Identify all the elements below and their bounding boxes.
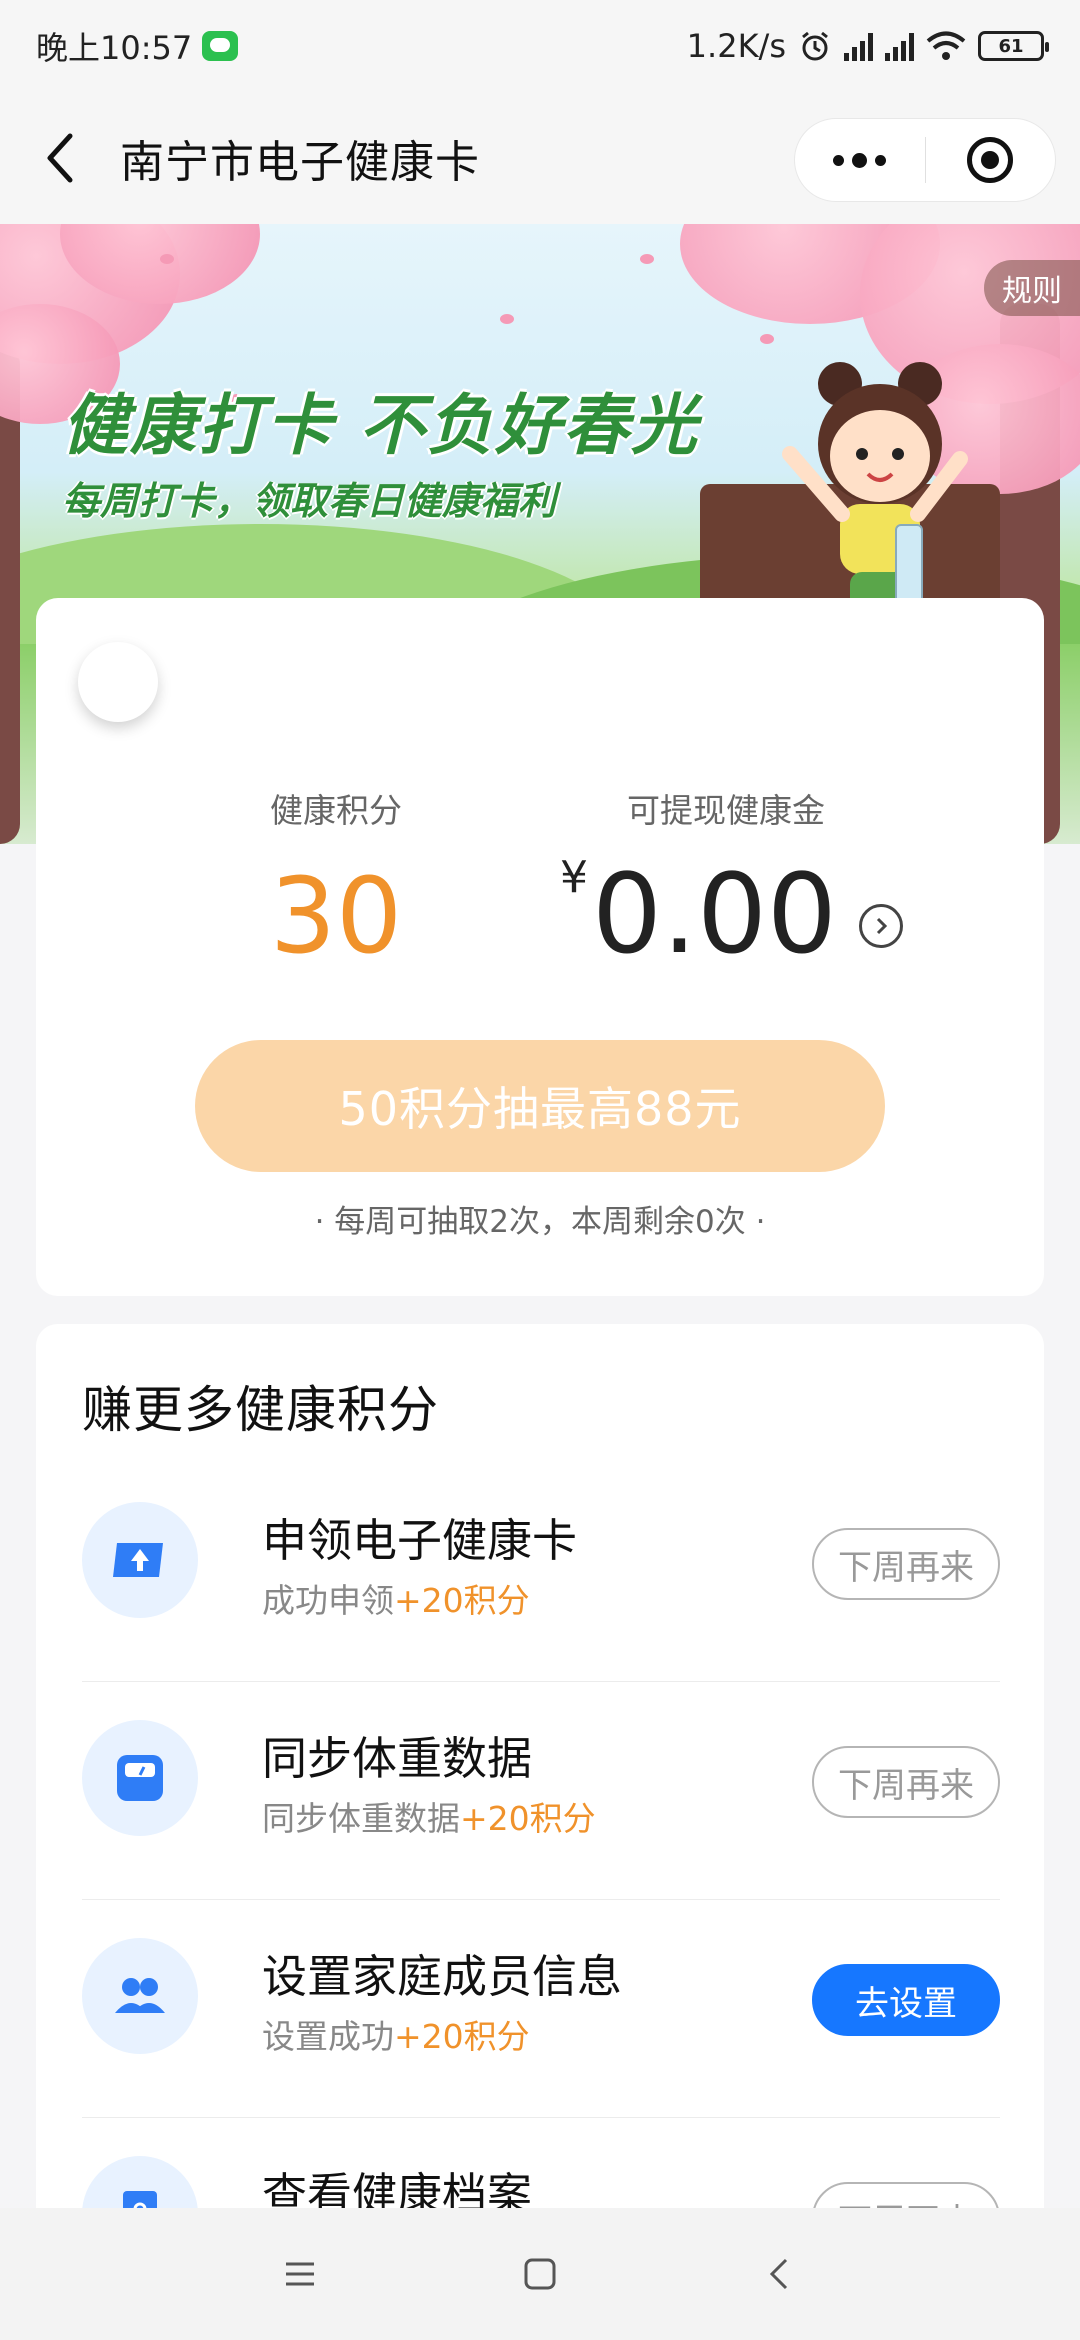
- points-label: 健康积分: [270, 791, 402, 830]
- menu-icon: [286, 2262, 314, 2286]
- task-item-family: 设置家庭成员信息 设置成功+20积分 去设置: [82, 1900, 1000, 2118]
- task-name: 申领电子健康卡: [262, 1514, 578, 1567]
- points-card: 健康积分 可提现健康金 30 ¥ 0.00 50积分抽最高88元 · 每周可抽取…: [36, 598, 1044, 1296]
- floating-dot-button[interactable]: [78, 642, 158, 722]
- health-card-icon: [82, 1502, 198, 1618]
- close-mini-program-button[interactable]: [926, 118, 1056, 202]
- wifi-icon: [926, 31, 966, 60]
- task-button-next-week[interactable]: 下周再来: [812, 1746, 1000, 1818]
- earn-points-card: 赚更多健康积分 申领电子健康卡 成功申领+20积分 下周再来 同步体重数据 同步…: [36, 1324, 1044, 2340]
- currency-symbol: ¥: [560, 852, 588, 903]
- task-desc: 成功申领+20积分: [262, 1574, 530, 1622]
- task-name: 设置家庭成员信息: [262, 1950, 623, 2003]
- network-speed: 1.2K/s: [686, 27, 786, 65]
- title-bar: 南宁市电子健康卡: [0, 92, 1080, 224]
- task-name: 同步体重数据: [262, 1732, 533, 1785]
- status-right: 1.2K/s 61: [686, 27, 1049, 65]
- screen: 晚上10:57 1.2K/s 61 南宁市电子健康卡 健康打卡 不负好春光 每周…: [0, 0, 1080, 2340]
- points-value: 30: [269, 855, 403, 977]
- task-button-next-week[interactable]: 下周再来: [812, 1528, 1000, 1600]
- mini-program-capsule: [794, 118, 1056, 202]
- chevron-right-circle-icon[interactable]: [858, 904, 903, 948]
- back-button[interactable]: [0, 92, 120, 224]
- rules-button[interactable]: 规则: [984, 260, 1080, 316]
- cash-value: 0.00: [592, 850, 837, 978]
- chevron-left-icon: [47, 133, 73, 183]
- task-bonus: +20积分: [394, 1581, 530, 1620]
- status-bar: 晚上10:57 1.2K/s 61: [0, 0, 1080, 92]
- cash-value-group[interactable]: ¥ 0.00: [560, 848, 903, 980]
- task-bonus: +20积分: [394, 2017, 530, 2056]
- task-bonus: +20积分: [460, 1799, 596, 1838]
- earn-points-title: 赚更多健康积分: [82, 1381, 439, 1439]
- alarm-icon: [802, 31, 828, 61]
- draw-remaining-note: · 每周可抽取2次，本周剩余0次 ·: [314, 1204, 766, 1240]
- banner-subtitle: 每周打卡，领取春日健康福利: [62, 479, 557, 523]
- page-title: 南宁市电子健康卡: [120, 137, 480, 188]
- task-item-weight: 同步体重数据 同步体重数据+20积分 下周再来: [82, 1682, 1000, 1900]
- back-nav-button[interactable]: [740, 2234, 820, 2314]
- task-desc: 设置成功+20积分: [262, 2010, 530, 2058]
- chevron-left-icon: [769, 2258, 788, 2290]
- water-bottle-illustration: [895, 524, 923, 604]
- signal-icon-2: [885, 31, 914, 61]
- banner-title: 健康打卡 不负好春光: [62, 387, 699, 464]
- family-icon: [82, 1938, 198, 2054]
- target-icon: [967, 137, 1014, 183]
- battery-icon: 61: [978, 31, 1049, 61]
- task-desc-text: 成功申领: [262, 1581, 394, 1620]
- home-nav-button[interactable]: [500, 2234, 580, 2314]
- home-square-icon: [524, 2258, 556, 2290]
- task-desc: 同步体重数据+20积分: [262, 1792, 596, 1840]
- wechat-notification-icon: [202, 31, 239, 61]
- task-item-health-card: 申领电子健康卡 成功申领+20积分 下周再来: [82, 1464, 1000, 1682]
- system-nav-bar: [0, 2208, 1080, 2340]
- task-desc-text: 同步体重数据: [262, 1799, 460, 1838]
- task-desc-text: 设置成功: [262, 2017, 394, 2056]
- lottery-draw-button[interactable]: 50积分抽最高88元: [195, 1040, 885, 1172]
- status-left: 晚上10:57: [36, 23, 239, 69]
- scale-icon: [82, 1720, 198, 1836]
- menu-nav-button[interactable]: [260, 2234, 340, 2314]
- more-button[interactable]: [795, 118, 925, 202]
- signal-icon-1: [844, 31, 873, 61]
- status-time: 晚上10:57: [36, 29, 193, 67]
- go-setup-button[interactable]: 去设置: [812, 1964, 1000, 2036]
- cash-label: 可提现健康金: [627, 791, 825, 830]
